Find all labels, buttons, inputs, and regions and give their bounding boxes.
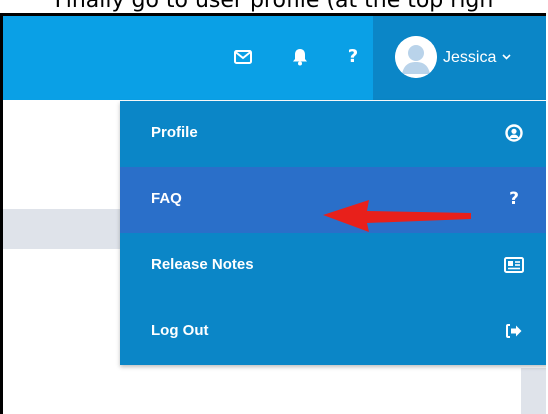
avatar[interactable] bbox=[395, 36, 437, 78]
newspaper-icon bbox=[503, 254, 525, 276]
mail-icon[interactable] bbox=[232, 46, 254, 68]
menu-item-label: Log Out bbox=[151, 322, 209, 339]
menu-item-label: Profile bbox=[151, 124, 198, 141]
user-circle-icon bbox=[503, 122, 525, 144]
menu-item-release-notes[interactable]: Release Notes bbox=[120, 233, 546, 299]
question-icon: ? bbox=[509, 189, 519, 209]
menu-item-profile[interactable]: Profile bbox=[120, 101, 546, 167]
user-menu-toggle[interactable]: Jessica bbox=[443, 46, 511, 69]
tutorial-caption: Finally go to user profile (at the top r… bbox=[0, 0, 548, 12]
menu-item-label: FAQ bbox=[151, 190, 182, 207]
chevron-down-icon bbox=[499, 51, 511, 63]
bell-icon[interactable] bbox=[289, 46, 311, 68]
sign-out-icon bbox=[503, 320, 525, 342]
content-side-panel bbox=[521, 368, 546, 414]
screenshot-frame: ? Jessica Profile FAQ ? Release Notes Lo… bbox=[0, 13, 546, 414]
username-label: Jessica bbox=[443, 49, 497, 66]
menu-item-label: Release Notes bbox=[151, 256, 254, 273]
content-background-band bbox=[3, 209, 123, 249]
red-arrow-annotation bbox=[323, 200, 471, 232]
menu-item-log-out[interactable]: Log Out bbox=[120, 299, 546, 365]
help-icon[interactable]: ? bbox=[342, 46, 364, 68]
top-navigation-bar: ? Jessica bbox=[3, 16, 546, 100]
